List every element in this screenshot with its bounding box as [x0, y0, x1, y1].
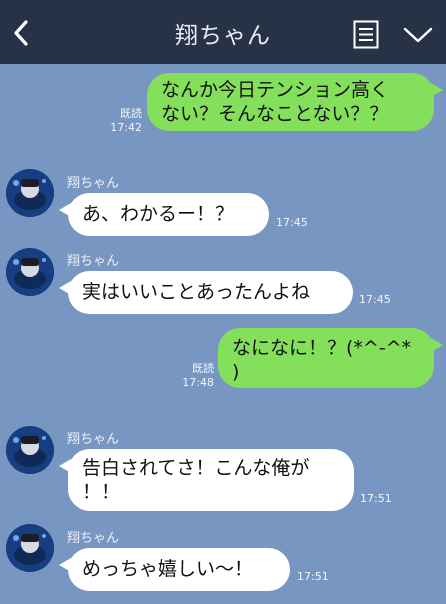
avatar-image: [6, 426, 54, 474]
message-time: 17:48: [182, 376, 214, 389]
message-text: なになに！？(*^-^*: [232, 337, 412, 359]
sender-name: 翔ちゃん: [67, 254, 120, 269]
chat-area[interactable]: 既読 17:42 なんか今日テンション高く ない？そんなことない？？ 翔ちゃん …: [0, 64, 446, 604]
avatar-image: [6, 248, 54, 296]
message-text: なんか今日テンション高く: [161, 79, 390, 101]
read-receipt: 既読 17:42: [96, 107, 142, 135]
avatar-image: [6, 169, 54, 217]
sender-name: 翔ちゃん: [67, 432, 120, 447]
sender-name: 翔ちゃん: [67, 176, 120, 191]
chevron-left-icon: [14, 20, 28, 46]
their-message-bubble[interactable]: めっちゃ嬉しい〜！: [59, 548, 290, 591]
my-message-bubble[interactable]: なんか今日テンション高く ない？そんなことない？？: [147, 73, 443, 131]
avatar[interactable]: [6, 524, 54, 572]
message-text: ない？そんなことない？？: [161, 103, 389, 125]
message-time: 17:45: [276, 216, 308, 229]
message-text: 実はいいことあったんよね: [82, 281, 311, 303]
read-label: 既読: [120, 107, 142, 120]
chat-title: 翔ちゃん: [175, 23, 271, 49]
notes-menu-button[interactable]: [353, 20, 379, 49]
message-text: あ、わかるー！？: [82, 203, 235, 225]
message-time: 17:42: [110, 121, 142, 134]
more-options-button[interactable]: [402, 25, 434, 45]
message-time: 17:51: [360, 492, 392, 505]
read-label: 既読: [192, 362, 214, 375]
message-time: 17:51: [297, 570, 329, 583]
avatar[interactable]: [6, 248, 54, 296]
sender-name: 翔ちゃん: [67, 531, 120, 546]
avatar[interactable]: [6, 169, 54, 217]
their-message-bubble[interactable]: 実はいいことあったんよね: [59, 271, 353, 314]
avatar[interactable]: [6, 426, 54, 474]
chat-header: 翔ちゃん: [0, 0, 446, 64]
message-text: ！！: [82, 481, 121, 503]
message-text: 告白されてさ！こんな俺が: [82, 457, 310, 479]
avatar-image: [6, 524, 54, 572]
their-message-bubble[interactable]: あ、わかるー！？: [59, 193, 269, 236]
notes-icon: [353, 20, 379, 49]
back-button[interactable]: [6, 12, 42, 52]
chevron-down-icon: [403, 27, 433, 43]
my-message-bubble[interactable]: なになに！？(*^-^* ): [218, 328, 443, 388]
their-message-bubble[interactable]: 告白されてさ！こんな俺が ！！: [59, 449, 354, 511]
message-text: ): [232, 361, 240, 383]
read-receipt: 既読 17:48: [168, 362, 214, 390]
message-text: めっちゃ嬉しい〜！: [82, 558, 254, 580]
message-time: 17:45: [359, 293, 391, 306]
